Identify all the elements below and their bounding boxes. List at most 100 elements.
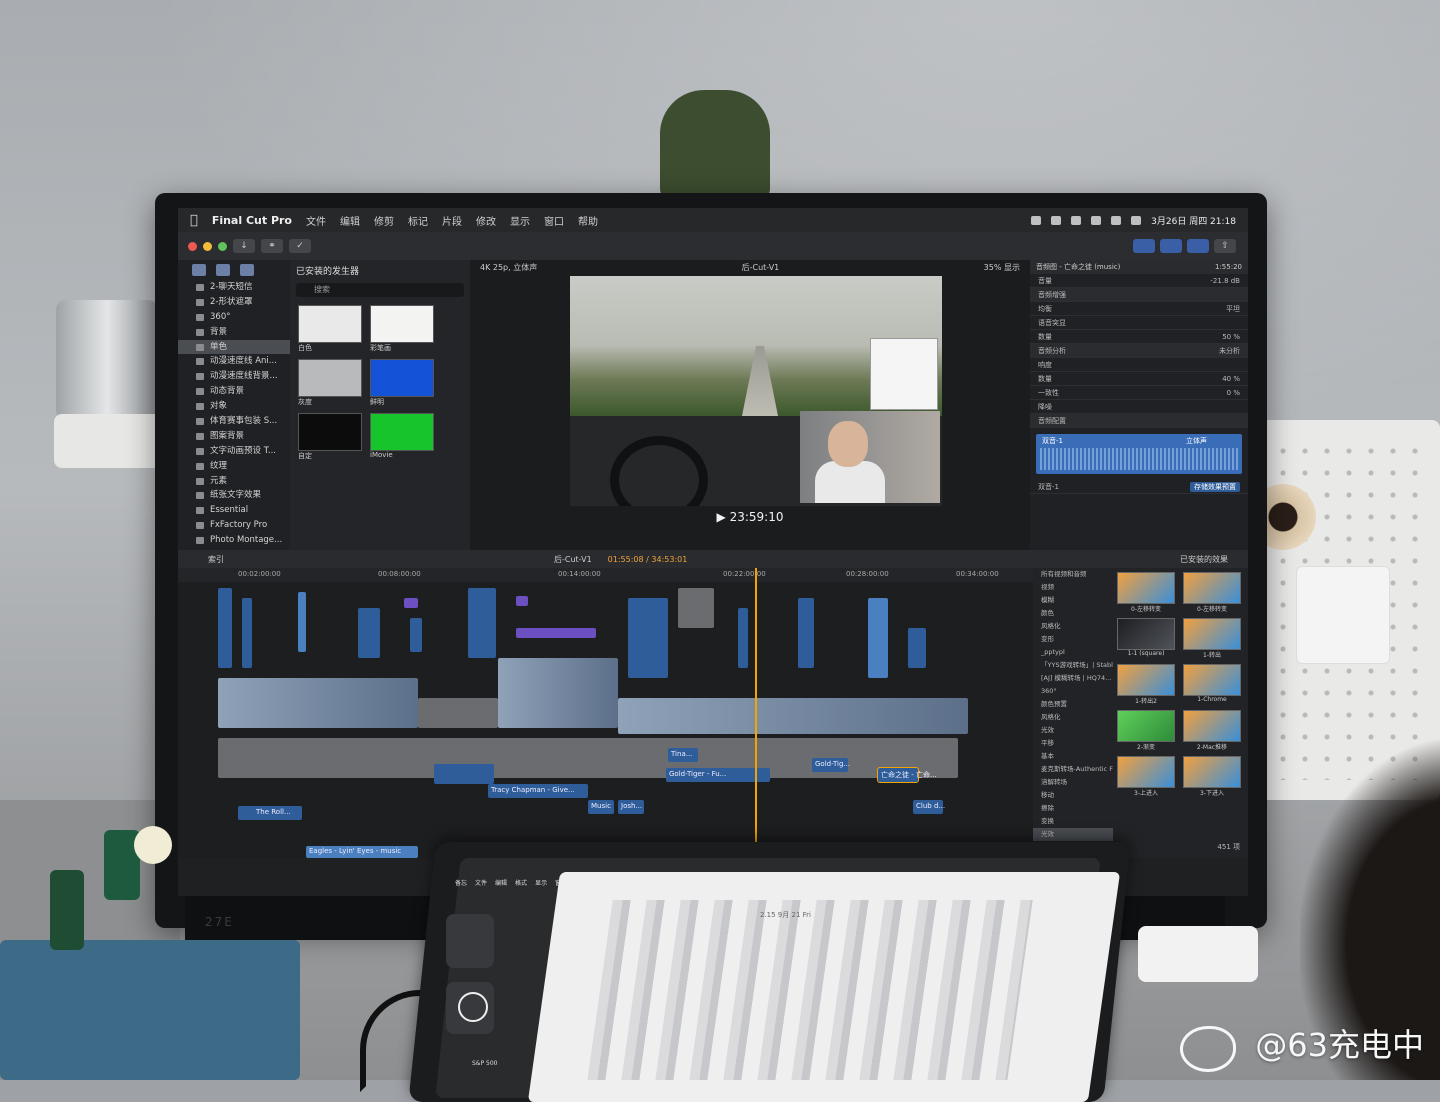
audio-channel-block[interactable]: 双音-1 立体声 bbox=[1036, 434, 1242, 474]
sidebar-item[interactable]: FxFactory Pro bbox=[178, 518, 290, 533]
calendar-widget[interactable] bbox=[446, 914, 494, 968]
sidebar-item[interactable]: 2-形状遮罩 bbox=[178, 295, 290, 310]
browser-title[interactable]: 已安装的发生器 bbox=[290, 260, 470, 281]
effect-thumbnail[interactable] bbox=[1117, 572, 1175, 604]
minimize-button[interactable] bbox=[203, 242, 212, 251]
close-button[interactable] bbox=[188, 242, 197, 251]
swatch-thumb[interactable] bbox=[370, 413, 434, 451]
sidebar-item-selected[interactable]: 单色 bbox=[178, 340, 290, 355]
primary-video-clip[interactable] bbox=[218, 678, 418, 728]
timeline-clip[interactable] bbox=[298, 592, 306, 652]
effect-item[interactable]: 2-Mac推移 bbox=[1183, 710, 1241, 754]
inspector-toggle[interactable] bbox=[1187, 239, 1209, 253]
swatch-thumb[interactable] bbox=[298, 359, 362, 397]
effects-category[interactable]: 平移 bbox=[1033, 737, 1113, 750]
swatch-thumb[interactable] bbox=[370, 359, 434, 397]
menu-view[interactable]: 显示 bbox=[510, 213, 530, 228]
row-value[interactable]: 40 % bbox=[1222, 375, 1240, 383]
app-menu[interactable]: Final Cut Pro bbox=[212, 214, 292, 227]
effect-thumbnail[interactable] bbox=[1117, 710, 1175, 742]
sidebar-item[interactable]: Photo Montage... bbox=[178, 533, 290, 548]
effect-thumbnail[interactable] bbox=[1183, 618, 1241, 650]
inspector-row[interactable]: 语音突显 bbox=[1030, 316, 1248, 330]
sidebar-item[interactable]: 360° bbox=[178, 310, 290, 325]
photos-tab[interactable] bbox=[216, 264, 230, 276]
search-icon[interactable] bbox=[1131, 216, 1141, 225]
tablet-menu-item[interactable]: 编辑 bbox=[495, 878, 507, 887]
timeline-clip[interactable] bbox=[678, 588, 714, 628]
sidebar-item[interactable]: 体育赛事包装 S... bbox=[178, 414, 290, 429]
effects-category[interactable]: 擦除 bbox=[1033, 802, 1113, 815]
sidebar-item[interactable]: 文字动画预设 T... bbox=[178, 444, 290, 459]
inspector-row[interactable]: 音频增强 bbox=[1030, 288, 1248, 302]
timeline-clip[interactable] bbox=[468, 588, 496, 658]
menu-window[interactable]: 窗口 bbox=[544, 213, 564, 228]
inspector-row[interactable]: 降噪 bbox=[1030, 400, 1248, 414]
effect-item[interactable]: 3-上进入 bbox=[1117, 756, 1175, 800]
primary-video-clip[interactable] bbox=[418, 698, 498, 728]
audio-clip[interactable]: Gold-Tig... bbox=[812, 758, 848, 772]
effect-item[interactable]: 1-转出2 bbox=[1117, 664, 1175, 708]
row-value[interactable]: 未分析 bbox=[1219, 346, 1240, 356]
display-menu[interactable]: 显示 bbox=[1004, 263, 1020, 272]
audio-clip[interactable]: Club d... bbox=[913, 800, 943, 814]
swatch-thumb[interactable] bbox=[298, 305, 362, 343]
swatch-chalk[interactable]: 彩笔画 bbox=[370, 305, 434, 355]
effects-library-label[interactable]: 已安装的效果 bbox=[1180, 554, 1228, 565]
timeline-clip[interactable] bbox=[516, 628, 596, 638]
effect-item[interactable]: 2-渐变 bbox=[1117, 710, 1175, 754]
titles-tab[interactable] bbox=[240, 264, 254, 276]
channel-mode[interactable]: 立体声 bbox=[1186, 436, 1207, 446]
swatch-custom[interactable]: 自定 bbox=[298, 413, 362, 463]
import-button[interactable]: ↓ bbox=[233, 239, 255, 253]
browser-toggle[interactable] bbox=[1133, 239, 1155, 253]
effect-thumbnail[interactable] bbox=[1117, 664, 1175, 696]
audio-clip[interactable]: Tracy Chapman - Give... bbox=[488, 784, 588, 798]
effects-category-selected[interactable]: 光效 bbox=[1033, 828, 1113, 841]
audio-clip-selected[interactable]: 亡命之徒 - 亡命... bbox=[878, 768, 918, 782]
row-value[interactable]: 0 % bbox=[1227, 389, 1240, 397]
timeline-project[interactable]: 后-Cut-V1 bbox=[554, 554, 592, 565]
timeline-toggle[interactable] bbox=[1160, 239, 1182, 253]
sidebar-item[interactable]: 动漫速度线 Ani... bbox=[178, 354, 290, 369]
effects-category[interactable]: 光效 bbox=[1033, 724, 1113, 737]
timeline-clip[interactable] bbox=[798, 598, 814, 668]
keyword-button[interactable]: ⚭ bbox=[261, 239, 283, 253]
menu-modify[interactable]: 修改 bbox=[476, 213, 496, 228]
primary-video-clip[interactable] bbox=[498, 658, 618, 728]
effect-thumbnail[interactable] bbox=[1117, 618, 1175, 650]
apple-icon[interactable]:  bbox=[190, 213, 198, 228]
effects-category[interactable]: 「YYS游戏转场」| Stabl... bbox=[1033, 659, 1113, 672]
effects-category[interactable]: 溶解转场 bbox=[1033, 776, 1113, 789]
menu-file[interactable]: 文件 bbox=[306, 213, 326, 228]
effects-category[interactable]: 麦克斯转场-Authentic Fil... bbox=[1033, 763, 1113, 776]
timeline[interactable]: 00:02:00:00 00:08:00:00 00:14:00:00 00:2… bbox=[178, 568, 1033, 858]
timeline-clip[interactable] bbox=[868, 598, 888, 678]
inspector-row[interactable]: 音频配置 bbox=[1030, 414, 1248, 428]
inspector-row[interactable]: 一致性0 % bbox=[1030, 386, 1248, 400]
sidebar-item[interactable]: 纹理 bbox=[178, 459, 290, 474]
swatch-thumb[interactable] bbox=[298, 413, 362, 451]
swatch-white[interactable]: 白色 bbox=[298, 305, 362, 355]
sidebar-item[interactable]: 纸张文字效果 bbox=[178, 488, 290, 503]
share-button[interactable]: ⇧ bbox=[1214, 239, 1236, 253]
audio-clip[interactable]: The Roll... bbox=[238, 806, 302, 820]
effects-category[interactable]: 模糊 bbox=[1033, 594, 1113, 607]
effect-item[interactable]: 3-下进入 bbox=[1183, 756, 1241, 800]
effects-category[interactable]: 移动 bbox=[1033, 789, 1113, 802]
effects-category[interactable]: 视频 bbox=[1033, 581, 1113, 594]
background-tasks-button[interactable]: ✓ bbox=[289, 239, 311, 253]
effects-category[interactable]: 颜色预置 bbox=[1033, 698, 1113, 711]
sidebar-item[interactable]: 对象 bbox=[178, 399, 290, 414]
timeline-ruler[interactable]: 00:02:00:00 00:08:00:00 00:14:00:00 00:2… bbox=[178, 568, 1033, 582]
primary-video-clip[interactable] bbox=[618, 698, 968, 734]
effects-category[interactable]: 360° bbox=[1033, 685, 1113, 698]
status-icon[interactable] bbox=[1091, 216, 1101, 225]
library-tab[interactable] bbox=[192, 264, 206, 276]
sidebar-item[interactable]: 2-聊天短信 bbox=[178, 280, 290, 295]
row-value[interactable]: 平坦 bbox=[1226, 304, 1240, 314]
tablet-menu-item[interactable]: 文件 bbox=[475, 878, 487, 887]
index-button[interactable]: 索引 bbox=[208, 554, 224, 565]
sidebar-item[interactable]: 动态背景 bbox=[178, 384, 290, 399]
timeline-clip[interactable] bbox=[410, 618, 422, 652]
